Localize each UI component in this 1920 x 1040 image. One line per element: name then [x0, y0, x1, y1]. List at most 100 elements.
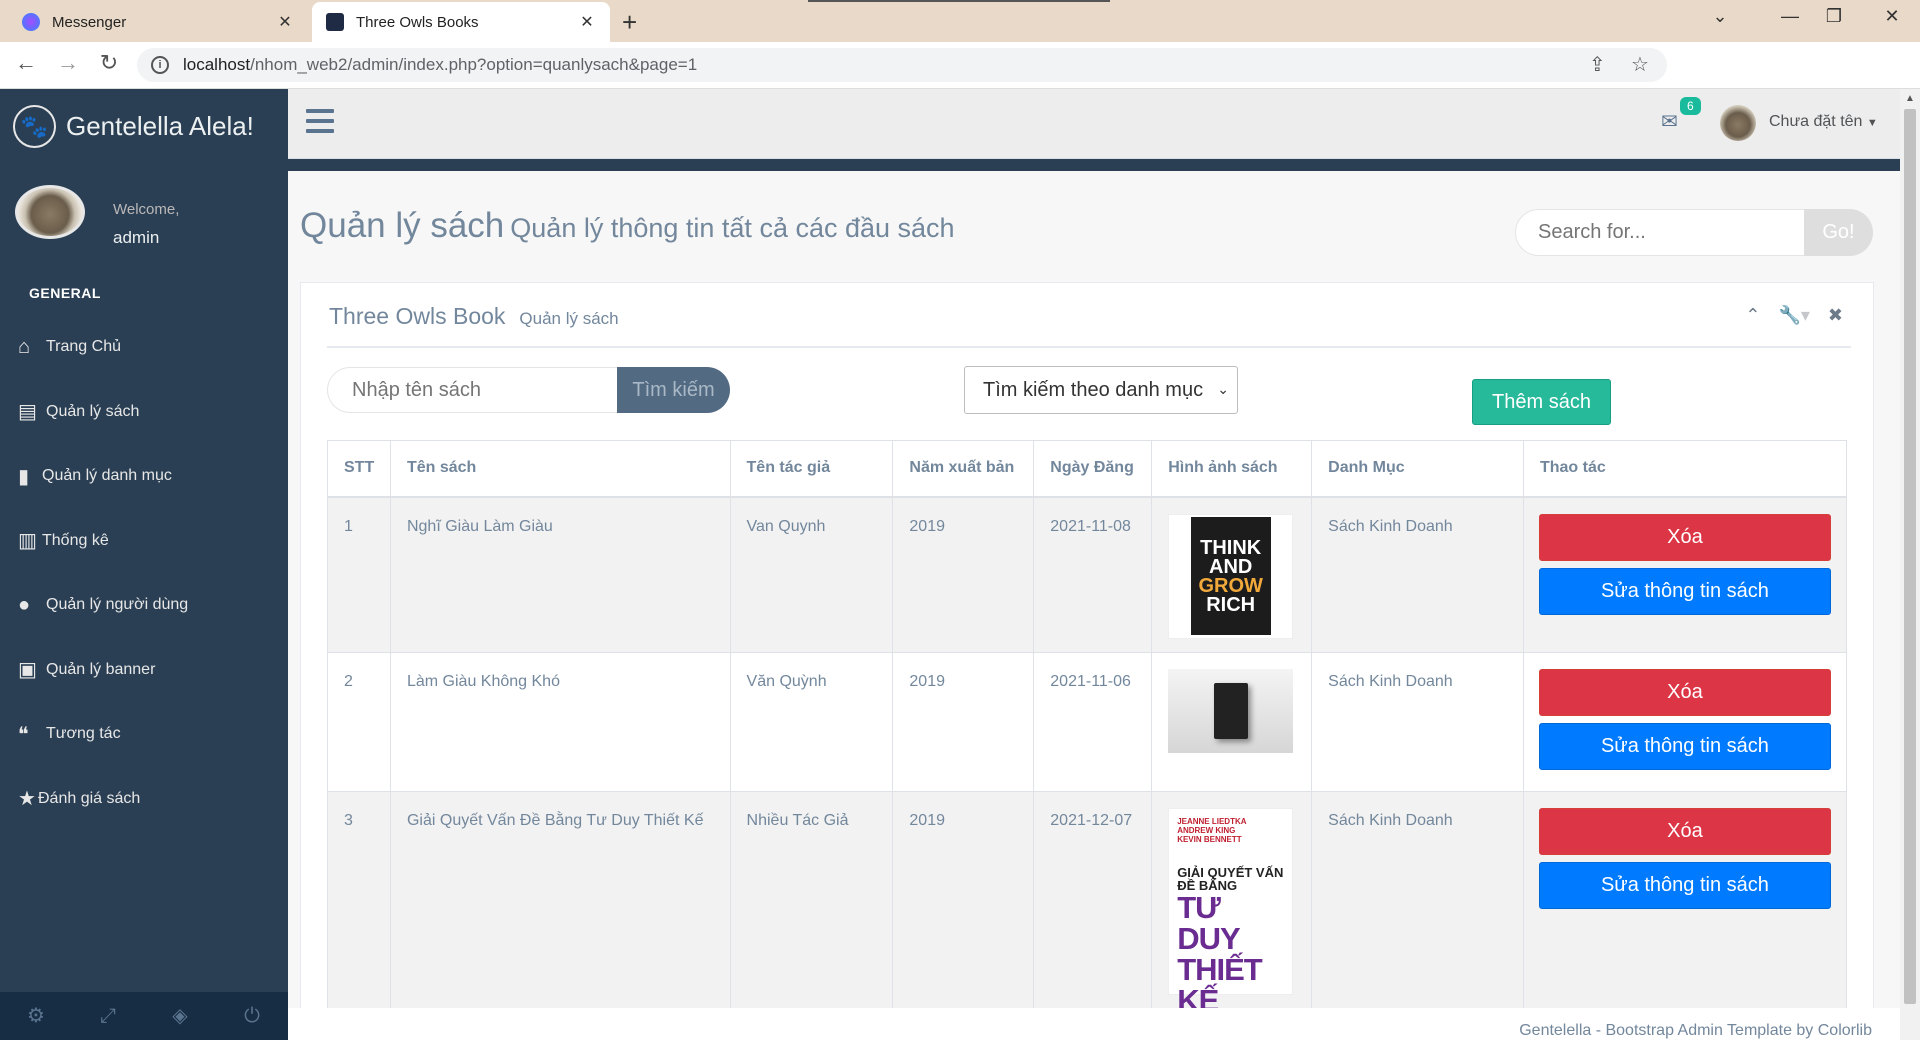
cell-category: Sách Kinh Doanh: [1311, 652, 1524, 792]
sidebar-item-label: Quản lý banner: [46, 660, 156, 678]
sidebar-item-tuong-tac[interactable]: ❝ Tương tác: [0, 702, 288, 767]
add-book-button[interactable]: Thêm sách: [1472, 379, 1611, 425]
close-icon[interactable]: ✖: [1828, 305, 1843, 326]
sidebar-item-danh-gia-sach[interactable]: ★ Đánh giá sách: [0, 767, 288, 832]
sidebar-item-label: Quản lý người dùng: [46, 596, 189, 614]
table-row: 1 Nghĩ Giàu Làm Giàu Van Quynh 2019 2021…: [327, 496, 1848, 653]
cell-date: 2021-12-07: [1033, 791, 1153, 1012]
messenger-icon: [22, 13, 40, 31]
sidebar-item-label: Thống kê: [42, 531, 109, 549]
back-arrow-icon[interactable]: ←: [10, 50, 42, 76]
column-header: Danh Mục: [1311, 440, 1524, 498]
book-icon: ▤: [18, 401, 37, 424]
chevron-up-icon[interactable]: ⌃: [1745, 305, 1760, 326]
tab-messenger[interactable]: Messenger ✕: [8, 2, 308, 42]
user-icon: ●: [18, 593, 31, 616]
sidebar-item-quan-ly-sach[interactable]: ▤ Quản lý sách: [0, 380, 288, 445]
info-icon[interactable]: i: [151, 56, 169, 74]
user-dropdown[interactable]: Chưa đặt tên ▼: [1769, 113, 1878, 131]
share-icon[interactable]: ⇪: [1589, 52, 1606, 77]
sidebar-item-quan-ly-nguoi-dung[interactable]: ● Quản lý người dùng: [0, 573, 288, 638]
new-tab-button[interactable]: +: [622, 7, 637, 38]
cell-actions: Xóa Sửa thông tin sách: [1522, 496, 1848, 653]
close-window-button[interactable]: ✕: [1862, 6, 1920, 27]
sidebar-item-label: Tương tác: [46, 725, 121, 743]
book-name-input[interactable]: [327, 367, 617, 413]
welcome-text: Welcome,: [113, 201, 180, 218]
url-bar[interactable]: i localhost/nhom_web2/admin/index.php?op…: [137, 48, 1667, 82]
close-icon[interactable]: ✕: [578, 12, 596, 32]
menu-toggle-icon[interactable]: [306, 109, 334, 139]
star-icon: ★: [18, 788, 36, 811]
envelope-icon[interactable]: ✉: [1661, 109, 1678, 134]
cell-book-name: Giải Quyết Vấn Đề Bằng Tư Duy Thiết Kế: [389, 791, 731, 1012]
maximize-button[interactable]: ❐: [1804, 6, 1864, 27]
edit-book-button[interactable]: Sửa thông tin sách: [1538, 567, 1831, 615]
scroll-up-icon[interactable]: ▲: [1905, 93, 1915, 104]
settings-icon[interactable]: ⚙: [0, 992, 72, 1040]
delete-button[interactable]: Xóa: [1538, 513, 1831, 561]
cell-image: [1151, 652, 1313, 792]
cell-year: 2019: [892, 496, 1035, 653]
book-search-button[interactable]: Tìm kiếm: [617, 367, 730, 413]
search-input[interactable]: [1515, 209, 1804, 256]
window-accent-line: [808, 0, 1110, 2]
power-icon[interactable]: ⏻: [216, 992, 288, 1040]
cell-stt: 1: [327, 496, 391, 653]
cell-author: Van Quynh: [729, 496, 894, 653]
cell-actions: Xóa Sửa thông tin sách: [1522, 652, 1848, 792]
column-header: Tên sách: [389, 440, 731, 498]
search-go-button[interactable]: Go!: [1804, 209, 1873, 256]
sidebar-item-quan-ly-danh-muc[interactable]: ▮ Quản lý danh mục: [0, 444, 288, 509]
avatar[interactable]: [1720, 105, 1756, 141]
mail-count-badge: 6: [1680, 97, 1701, 115]
page-title-text: Quản lý sách: [300, 206, 505, 245]
scrollbar-thumb[interactable]: [1904, 109, 1916, 1004]
book-cover-image: [1168, 669, 1294, 753]
comments-icon: ❝: [18, 723, 29, 746]
sidebar-item-trang-chu[interactable]: ⌂ Trang Chủ: [0, 315, 288, 380]
brand-link[interactable]: 🐾 Gentelella Alela!: [13, 105, 254, 148]
column-header: Tên tác giả: [729, 440, 894, 498]
cover-title: GIẢI QUYẾT VẤN ĐỀ BẰNG: [1177, 865, 1284, 893]
url-path: /nhom_web2/admin/index.php?option=quanly…: [250, 55, 698, 74]
owl-icon: [326, 13, 344, 31]
sidebar-item-quan-ly-banner[interactable]: ▣ Quản lý banner: [0, 638, 288, 703]
tab-title: Three Owls Books: [356, 13, 479, 31]
cell-image: THINK AND GROW RICH: [1151, 496, 1313, 653]
eye-slash-icon[interactable]: ◈: [144, 992, 216, 1040]
cell-author: Nhiều Tác Giả: [729, 791, 894, 1012]
column-header: Ngày Đăng: [1033, 440, 1153, 498]
image-icon: ▣: [18, 659, 37, 682]
book-cover-image: THINK AND GROW RICH: [1168, 513, 1294, 639]
sidebar-item-thong-ke[interactable]: ▥ Thống kê: [0, 509, 288, 574]
delete-button[interactable]: Xóa: [1538, 669, 1831, 716]
forward-arrow-icon[interactable]: →: [52, 50, 84, 76]
panel-divider: [327, 346, 1851, 348]
delete-button[interactable]: Xóa: [1538, 808, 1831, 855]
bookmark-star-icon[interactable]: ☆: [1631, 52, 1649, 77]
url-host: localhost: [183, 55, 251, 74]
edit-book-button[interactable]: Sửa thông tin sách: [1538, 862, 1831, 909]
close-icon[interactable]: ✕: [276, 12, 294, 32]
page-title: Quản lý sách Quản lý thông tin tất cả các…: [300, 206, 955, 246]
sidebar-menu: ⌂ Trang Chủ ▤ Quản lý sách ▮ Quản lý danh m…: [0, 315, 288, 831]
book-name-search: Tìm kiếm: [327, 367, 730, 413]
vertical-scrollbar[interactable]: ▲: [1900, 89, 1920, 1040]
chevron-down-icon[interactable]: ⌄: [1690, 6, 1750, 27]
fullscreen-icon[interactable]: ⤢: [72, 992, 144, 1040]
footer-text: Gentelella - Bootstrap Admin Template by…: [1519, 1022, 1872, 1039]
category-select[interactable]: Tìm kiếm theo danh mục ⌄: [964, 366, 1238, 414]
tab-three-owls-books[interactable]: Three Owls Books ✕: [312, 2, 610, 42]
page-subtitle: Quản lý thông tin tất cả các đầu sách: [510, 213, 955, 243]
home-icon: ⌂: [18, 335, 31, 358]
edit-book-button[interactable]: Sửa thông tin sách: [1538, 723, 1831, 770]
nav-divider: [288, 159, 1900, 171]
cell-year: 2019: [892, 652, 1035, 792]
tab-title: Messenger: [52, 13, 127, 31]
reload-icon[interactable]: ↻: [93, 50, 125, 76]
sidebar-item-label: Quản lý sách: [46, 402, 140, 420]
books-table: STT Tên sách Tên tác giả Năm xuất bản Ng…: [327, 440, 1848, 1016]
cell-author: Văn Quỳnh: [729, 652, 894, 792]
wrench-icon[interactable]: 🔧▾: [1778, 305, 1809, 326]
